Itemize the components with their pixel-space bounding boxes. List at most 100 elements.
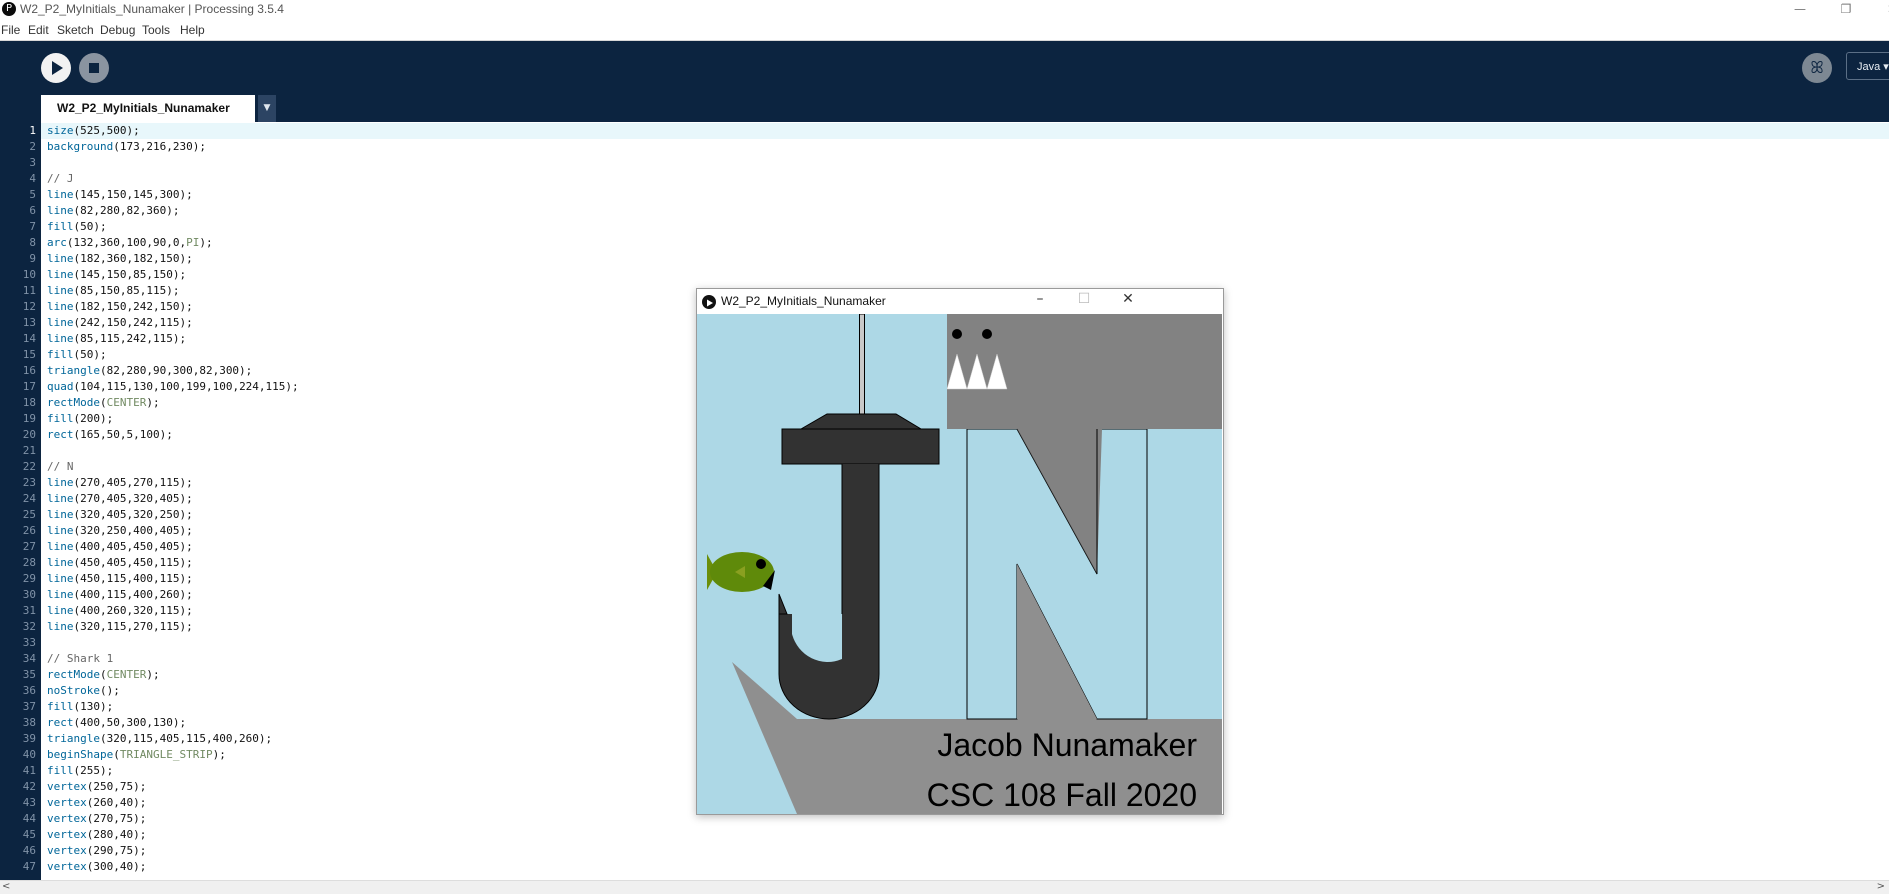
horizontal-scrollbar[interactable]: < > <box>0 880 1889 894</box>
code-line[interactable]: line(270,405,270,115); <box>47 475 193 491</box>
code-line[interactable]: vertex(290,75); <box>47 843 146 859</box>
sketch-minimize-button[interactable]: – <box>1025 291 1055 307</box>
line-number: 37 <box>22 700 36 713</box>
code-line[interactable]: line(450,405,450,115); <box>47 555 193 571</box>
code-line[interactable]: line(400,115,400,260); <box>47 587 193 603</box>
code-line[interactable]: fill(50); <box>47 347 107 363</box>
code-line[interactable]: fill(130); <box>47 699 113 715</box>
window-titlebar: P W2_P2_MyInitials_Nunamaker | Processin… <box>0 0 1889 20</box>
code-line[interactable]: noStroke(); <box>47 683 120 699</box>
code-line[interactable]: line(270,405,320,405); <box>47 491 193 507</box>
line-number: 41 <box>22 764 36 777</box>
line-number: 3 <box>29 156 36 169</box>
menu-bar: File Edit Sketch Debug Tools Help <box>0 20 1889 41</box>
code-line[interactable]: // J <box>47 171 74 187</box>
menu-help[interactable]: Help <box>180 23 205 37</box>
tab-menu-button[interactable]: ▼ <box>258 95 276 122</box>
author-name: Jacob Nunamaker <box>937 727 1197 763</box>
code-line[interactable]: line(320,115,270,115); <box>47 619 193 635</box>
line-number: 6 <box>29 204 36 217</box>
line-number: 45 <box>22 828 36 841</box>
code-line[interactable]: fill(200); <box>47 411 113 427</box>
code-line[interactable]: vertex(300,40); <box>47 859 146 875</box>
code-line[interactable]: triangle(320,115,405,115,400,260); <box>47 731 272 747</box>
code-line[interactable]: line(450,115,400,115); <box>47 571 193 587</box>
code-line[interactable]: fill(50); <box>47 219 107 235</box>
scroll-left-icon[interactable]: < <box>2 881 10 892</box>
code-line[interactable]: // N <box>47 459 74 475</box>
course-label: CSC 108 Fall 2020 <box>927 777 1197 813</box>
code-line[interactable]: line(182,150,242,150); <box>47 299 193 315</box>
line-number: 32 <box>22 620 36 633</box>
line-number: 17 <box>22 380 36 393</box>
code-line[interactable]: rectMode(CENTER); <box>47 395 160 411</box>
code-line[interactable]: vertex(260,40); <box>47 795 146 811</box>
run-button[interactable] <box>41 53 71 83</box>
line-number: 4 <box>29 172 36 185</box>
line-number: 10 <box>22 268 36 281</box>
code-line[interactable]: size(525,500); <box>47 123 140 139</box>
line-number: 34 <box>22 652 36 665</box>
menu-debug[interactable]: Debug <box>100 23 135 37</box>
code-line[interactable]: line(182,360,182,150); <box>47 251 193 267</box>
code-line[interactable]: line(145,150,145,300); <box>47 187 193 203</box>
code-line[interactable]: rect(400,50,300,130); <box>47 715 186 731</box>
shark-eye-left <box>952 329 962 339</box>
line-number: 27 <box>22 540 36 553</box>
scroll-right-icon[interactable]: > <box>1877 881 1885 892</box>
code-line[interactable]: triangle(82,280,90,300,82,300); <box>47 363 252 379</box>
line-number: 28 <box>22 556 36 569</box>
line-number: 36 <box>22 684 36 697</box>
mode-selector[interactable]: Java ▾ <box>1846 52 1889 80</box>
code-line[interactable]: rect(165,50,5,100); <box>47 427 173 443</box>
code-line[interactable]: line(242,150,242,115); <box>47 315 193 331</box>
restore-button[interactable]: ❐ <box>1823 0 1869 20</box>
stop-icon <box>89 63 99 73</box>
line-number: 39 <box>22 732 36 745</box>
code-line[interactable]: background(173,216,230); <box>47 139 206 155</box>
tab-sketch-main[interactable]: W2_P2_MyInitials_Nunamaker <box>41 95 255 122</box>
sketch-maximize-button[interactable]: ☐ <box>1069 291 1099 307</box>
code-line[interactable]: arc(132,360,100,90,0,PI); <box>47 235 213 251</box>
sketch-window[interactable]: W2_P2_MyInitials_Nunamaker – ☐ ✕ Jacob N… <box>696 288 1224 815</box>
code-line[interactable]: line(320,250,400,405); <box>47 523 193 539</box>
line-number: 16 <box>22 364 36 377</box>
menu-sketch[interactable]: Sketch <box>57 23 94 37</box>
close-button[interactable]: ✕ <box>1869 0 1889 20</box>
code-line[interactable]: // Shark 1 <box>47 651 113 667</box>
debug-button[interactable]: ꕤ <box>1802 53 1832 83</box>
code-line[interactable]: line(400,260,320,115); <box>47 603 193 619</box>
code-line[interactable]: line(85,115,242,115); <box>47 331 186 347</box>
code-line[interactable]: beginShape(TRIANGLE_STRIP); <box>47 747 226 763</box>
menu-tools[interactable]: Tools <box>142 23 170 37</box>
line-number: 20 <box>22 428 36 441</box>
sketch-close-button[interactable]: ✕ <box>1113 291 1143 307</box>
code-line[interactable]: line(85,150,85,115); <box>47 283 179 299</box>
line-number: 14 <box>22 332 36 345</box>
stop-button[interactable] <box>79 53 109 83</box>
line-number: 19 <box>22 412 36 425</box>
code-line[interactable]: quad(104,115,130,100,199,100,224,115); <box>47 379 299 395</box>
code-line[interactable]: vertex(270,75); <box>47 811 146 827</box>
processing-logo-icon <box>702 295 716 309</box>
code-line[interactable]: line(82,280,82,360); <box>47 203 179 219</box>
line-number: 23 <box>22 476 36 489</box>
code-line[interactable]: rectMode(CENTER); <box>47 667 160 683</box>
line-number: 9 <box>29 252 36 265</box>
code-line[interactable]: fill(255); <box>47 763 113 779</box>
menu-file[interactable]: File <box>1 23 20 37</box>
menu-edit[interactable]: Edit <box>28 23 49 37</box>
line-number: 11 <box>22 284 36 297</box>
shark-teeth <box>946 353 1008 390</box>
code-line[interactable]: vertex(280,40); <box>47 827 146 843</box>
tab-bar: W2_P2_MyInitials_Nunamaker ▼ <box>0 95 1889 122</box>
sketch-window-titlebar: W2_P2_MyInitials_Nunamaker – ☐ ✕ <box>697 289 1223 314</box>
line-number: 31 <box>22 604 36 617</box>
line-number: 30 <box>22 588 36 601</box>
minimize-button[interactable]: — <box>1777 0 1823 20</box>
code-line[interactable]: line(320,405,320,250); <box>47 507 193 523</box>
fishing-line <box>859 314 865 415</box>
code-line[interactable]: line(400,405,450,405); <box>47 539 193 555</box>
code-line[interactable]: vertex(250,75); <box>47 779 146 795</box>
code-line[interactable]: line(145,150,85,150); <box>47 267 186 283</box>
